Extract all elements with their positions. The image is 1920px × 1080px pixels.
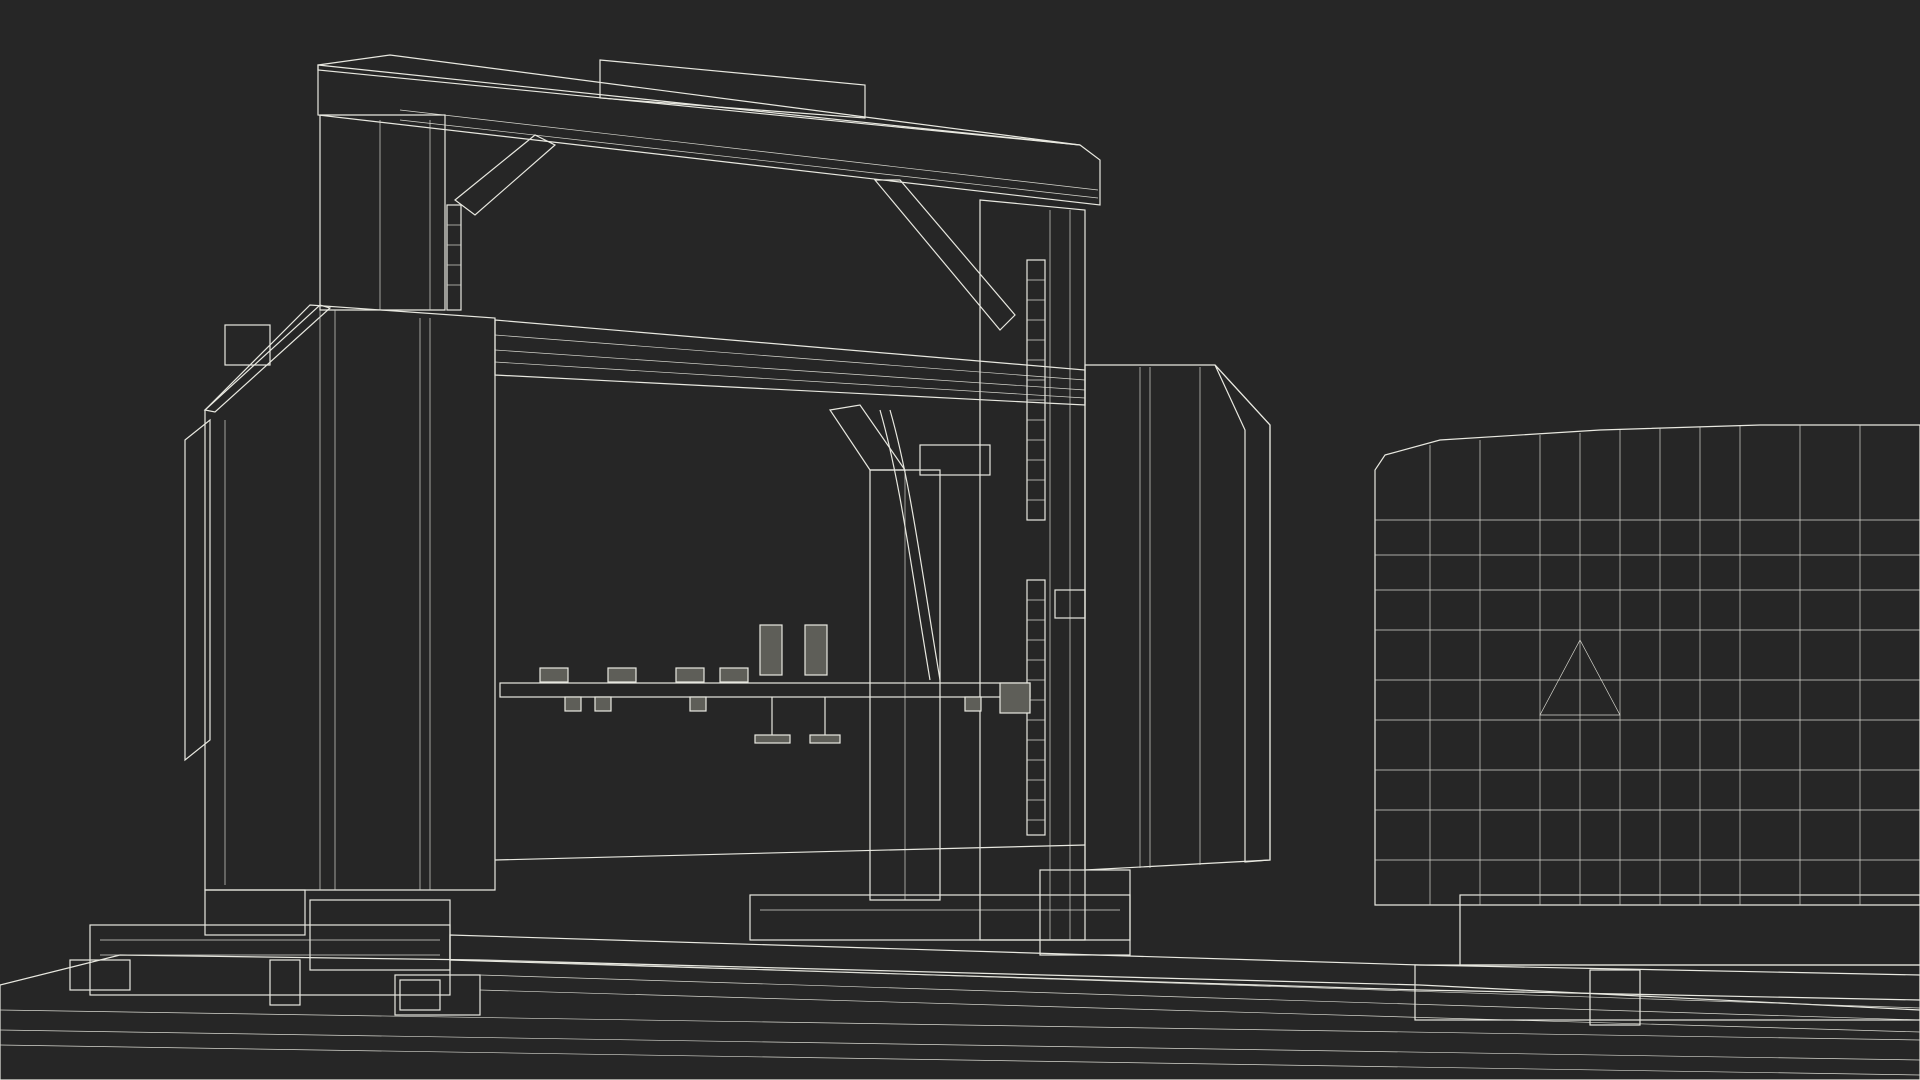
cross-beam <box>494 319 1086 406</box>
wireframe-render <box>0 54 1920 1080</box>
render-viewport <box>0 0 1920 1080</box>
floor-rail <box>0 934 1920 1080</box>
gantry-frame <box>317 54 1101 941</box>
stone-block <box>1374 424 1920 1026</box>
right-wheel-housing <box>1054 364 1271 871</box>
spray-bar <box>499 409 1031 744</box>
left-wheel-housing <box>184 304 496 891</box>
cutting-wire <box>494 844 1086 861</box>
bellows-covers <box>446 204 1046 836</box>
